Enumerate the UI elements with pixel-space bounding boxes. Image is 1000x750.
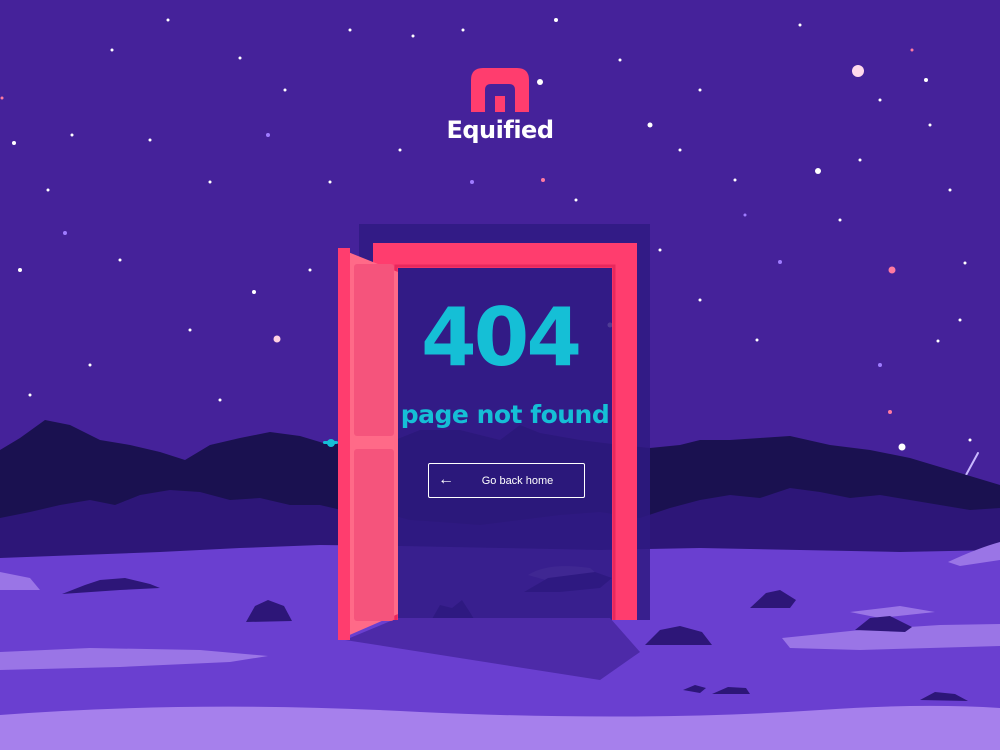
star <box>888 266 896 274</box>
star <box>0 96 4 100</box>
star <box>815 168 821 174</box>
star <box>968 438 972 442</box>
go-back-home-button[interactable]: ← Go back home <box>428 463 585 498</box>
door-panel-edge <box>338 248 350 640</box>
star <box>541 178 545 182</box>
star <box>46 188 50 192</box>
star <box>148 138 152 142</box>
star <box>208 180 212 184</box>
star <box>948 188 952 192</box>
star <box>743 213 747 217</box>
star <box>348 28 352 32</box>
star <box>936 339 940 343</box>
star <box>554 18 558 22</box>
star <box>647 122 653 128</box>
star <box>898 443 906 451</box>
star <box>118 258 122 262</box>
star <box>778 260 782 264</box>
star <box>852 65 864 77</box>
star <box>878 363 882 367</box>
star <box>461 28 465 32</box>
star <box>266 133 270 137</box>
arrow-left-icon: ← <box>438 471 454 488</box>
star <box>328 180 332 184</box>
error-message: page not found <box>400 400 610 429</box>
star <box>838 218 842 222</box>
star <box>958 318 962 322</box>
star <box>733 178 737 182</box>
star <box>888 410 892 414</box>
door-lower-inset <box>354 449 394 621</box>
star <box>878 98 882 102</box>
star <box>218 398 222 402</box>
star <box>618 58 622 62</box>
error-page: Equified 404 page not found ← Go back ho… <box>0 0 1000 750</box>
star <box>658 248 662 252</box>
brand-name: Equified <box>446 116 554 144</box>
star <box>910 48 914 52</box>
star <box>858 158 862 162</box>
star <box>238 56 242 60</box>
star <box>678 148 682 152</box>
star <box>18 268 22 272</box>
star <box>798 23 802 27</box>
star <box>110 48 114 52</box>
error-code: 404 <box>421 291 582 384</box>
star <box>574 198 578 202</box>
star <box>698 298 702 302</box>
star <box>88 363 92 367</box>
go-back-home-label: Go back home <box>481 475 554 487</box>
star <box>963 261 967 265</box>
star <box>411 34 415 38</box>
star <box>166 18 170 22</box>
star <box>470 180 474 184</box>
star <box>70 133 74 137</box>
star <box>252 290 256 294</box>
brand-logo[interactable]: Equified <box>440 68 560 144</box>
star <box>12 141 16 145</box>
star <box>308 268 312 272</box>
star <box>188 328 192 332</box>
door-handle <box>327 439 335 447</box>
star <box>283 88 287 92</box>
star <box>28 393 32 397</box>
star <box>63 231 67 235</box>
star <box>273 335 281 343</box>
star <box>755 338 759 342</box>
door-upper-inset <box>354 264 394 436</box>
star <box>698 88 702 92</box>
house-icon <box>471 68 529 112</box>
star <box>924 78 928 82</box>
star <box>928 123 932 127</box>
star <box>398 148 402 152</box>
